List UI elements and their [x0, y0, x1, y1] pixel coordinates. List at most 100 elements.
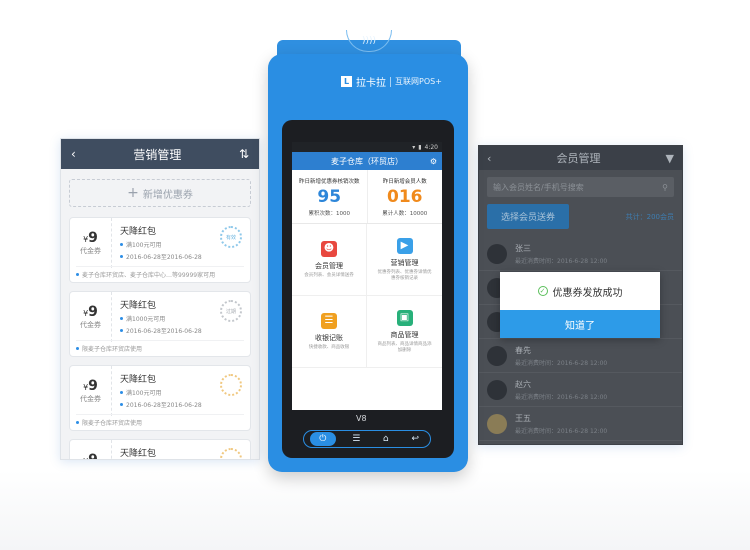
floor-shadow: [0, 470, 750, 550]
member-icon: ☻: [321, 240, 337, 257]
promo-stage: ‹ 营销管理 ⇅ + 新增优惠券 ¥9 代金券 天降红包 满100元可用 201…: [0, 0, 750, 550]
search-input[interactable]: 输入会员姓名/手机号搜索 ⚲: [487, 177, 674, 197]
dialog-message: 优惠券发放成功: [552, 287, 623, 299]
gear-icon[interactable]: ⚙: [430, 157, 437, 166]
member-count: 共计：200会员: [625, 212, 674, 221]
add-coupon-label: 新增优惠券: [142, 189, 193, 201]
back-icon[interactable]: ↩: [406, 434, 424, 444]
coupon-validity: 2016-06-28至2016-06-28: [126, 254, 202, 261]
check-icon: ✓: [537, 286, 548, 296]
coupon-validity: 2016-06-28至2016-06-28: [126, 402, 202, 409]
select-member-button[interactable]: 选择会员送券: [487, 204, 570, 229]
hardware-nav: ⏻ ☰ ⌂ ↩: [303, 430, 431, 448]
sort-icon[interactable]: ⇅: [239, 147, 249, 161]
member-row[interactable]: 春先最近消费时间：2016-6-28 12:00: [479, 339, 682, 373]
member-last-visit: 最近消费时间：2016-6-28 12:00: [515, 427, 608, 435]
member-name: 张三: [515, 243, 531, 253]
coupon-name: 天降红包: [120, 449, 157, 459]
coupon-icon: ▶: [396, 237, 413, 254]
dialog-confirm-button[interactable]: 知道了: [500, 310, 660, 338]
tile-goods[interactable]: ▣ 商品管理 商品列表、商品详情商品添加删除: [367, 296, 442, 368]
avatar: [487, 379, 507, 400]
coupon-card[interactable]: ¥9 代金券 天降红包 满1000元可用 2016-06-28至2016-06-…: [69, 291, 251, 357]
coupon-redeem-stat: 昨日新增优惠券核销次数 95 累积次数：1000: [292, 170, 368, 223]
member-row[interactable]: 张三最近消费时间：2016-6-28 12:00: [479, 237, 682, 271]
coupon-rule: 满100元可用: [126, 242, 162, 249]
coupon-name: 天降红包: [120, 375, 157, 385]
brand-name: 拉卡拉: [356, 78, 386, 89]
stat-total: 累积次数：1000: [308, 210, 351, 217]
tile-title: 会员管理: [315, 261, 343, 270]
marketing-header: ‹ 营销管理 ⇅: [61, 139, 259, 169]
filter-icon[interactable]: ▼: [666, 152, 674, 165]
search-icon[interactable]: ⚲: [662, 183, 668, 192]
home-icon[interactable]: ⌂: [377, 434, 395, 444]
member-header: ‹ 会员管理 ▼: [479, 146, 682, 170]
status-stamp: [220, 448, 242, 459]
module-grid: ☻ 会员管理 会员列表、会员详情送券 ▶ 营销管理 优惠券列表、优惠券详情优惠券…: [292, 224, 442, 368]
stat-value: 95: [317, 186, 342, 207]
brand-mark: L 拉卡拉 互联网POS+: [341, 74, 442, 89]
plus-icon: +: [127, 185, 139, 201]
pos-screen: ▾ ▮ 4:20 麦子仓库（环贸店） ⚙ 昨日新增优惠券核销次数 95 累积次数…: [292, 142, 442, 410]
app-bar: 麦子仓库（环贸店） ⚙: [292, 152, 442, 170]
search-placeholder: 输入会员姓名/手机号搜索: [493, 182, 584, 192]
tile-member[interactable]: ☻ 会员管理 会员列表、会员详情送券: [292, 224, 367, 296]
coupon-kind: 代金券: [80, 321, 101, 329]
status-stamp: 有效: [220, 226, 242, 248]
tile-desc: 优惠券列表、优惠券详情优惠券核销记录: [377, 269, 432, 281]
coupon-name: 天降红包: [120, 301, 157, 311]
member-title: 会员管理: [556, 152, 601, 165]
member-row[interactable]: 王五最近消费时间：2016-6-28 12:00: [479, 407, 682, 441]
tile-marketing[interactable]: ▶ 营销管理 优惠券列表、优惠券详情优惠券核销记录: [367, 224, 442, 296]
menu-icon[interactable]: ☰: [347, 434, 365, 444]
coupon-note: 限麦子仓库环贸店使用: [82, 346, 143, 353]
stat-value: 016: [387, 186, 423, 207]
avatar: [487, 413, 507, 434]
coupon-card[interactable]: ¥9 代金券 天降红包 满100元可用 2016-06-28至2016-06-2…: [69, 217, 251, 283]
tile-cashier[interactable]: ☰ 收银记账 快捷收款、商品收银: [292, 296, 367, 368]
success-dialog: ✓ 优惠券发放成功 知道了: [500, 272, 660, 338]
stat-label: 昨日新增优惠券核销次数: [298, 178, 360, 185]
stats-panel: 昨日新增优惠券核销次数 95 累积次数：1000 昨日新增会员人数 016 累计…: [292, 170, 442, 224]
box-icon: ▣: [396, 309, 413, 326]
status-stamp: [220, 374, 242, 396]
power-icon[interactable]: ⏻: [309, 432, 336, 446]
add-coupon-button[interactable]: + 新增优惠券: [69, 179, 251, 207]
coupon-price: 9: [88, 230, 98, 246]
member-last-visit: 最近消费时间：2016-6-28 12:00: [515, 359, 608, 367]
coupon-card[interactable]: ¥9 代金券 天降红包 满100元可用 2016-06-28至2016-06-2…: [69, 365, 251, 431]
tile-title: 商品管理: [390, 330, 419, 339]
receipt-icon: ☰: [321, 312, 337, 329]
store-name: 麦子仓库（环贸店）: [331, 156, 403, 166]
member-name: 春先: [515, 345, 531, 355]
status-stamp: 过期: [220, 300, 242, 322]
coupon-note: 麦子仓库环贸店、麦子仓库中心…等99999家可用: [82, 272, 216, 279]
new-member-stat: 昨日新增会员人数 016 累计人数：10000: [368, 170, 443, 223]
clock: 4:20: [424, 143, 438, 151]
tile-desc: 会员列表、会员详情送券: [304, 272, 354, 278]
brand-logo-icon: L: [341, 76, 352, 87]
brand-subtitle: 互联网POS+: [395, 77, 442, 86]
tile-desc: 快捷收款、商品收银: [308, 344, 350, 350]
member-name: 王五: [515, 413, 531, 423]
battery-icon: ▮: [418, 143, 422, 151]
model-label: V8: [356, 414, 367, 423]
coupon-kind: 代金券: [80, 395, 101, 403]
coupon-validity: 2016-06-28至2016-06-28: [126, 328, 202, 335]
coupon-card[interactable]: ¥9 代金券 天降红包: [69, 439, 251, 459]
coupon-price: 9: [88, 378, 98, 394]
member-last-visit: 最近消费时间：2016-6-28 12:00: [515, 393, 608, 401]
stat-label: 昨日新增会员人数: [382, 178, 427, 185]
marketing-panel: ‹ 营销管理 ⇅ + 新增优惠券 ¥9 代金券 天降红包 满100元可用 201…: [60, 138, 260, 460]
coupon-rule: 满1000元可用: [126, 316, 166, 323]
avatar: [487, 243, 507, 264]
member-row[interactable]: 赵六最近消费时间：2016-6-28 12:00: [479, 373, 682, 407]
coupon-note: 限麦子仓库环贸店使用: [82, 420, 143, 427]
tile-title: 营销管理: [390, 258, 419, 267]
tile-desc: 商品列表、商品详情商品添加删除: [377, 341, 432, 353]
coupon-kind: 代金券: [80, 247, 101, 255]
tile-title: 收银记账: [315, 333, 343, 342]
member-last-visit: 最近消费时间：2016-6-28 12:00: [515, 257, 608, 265]
member-name: 赵六: [515, 379, 531, 389]
